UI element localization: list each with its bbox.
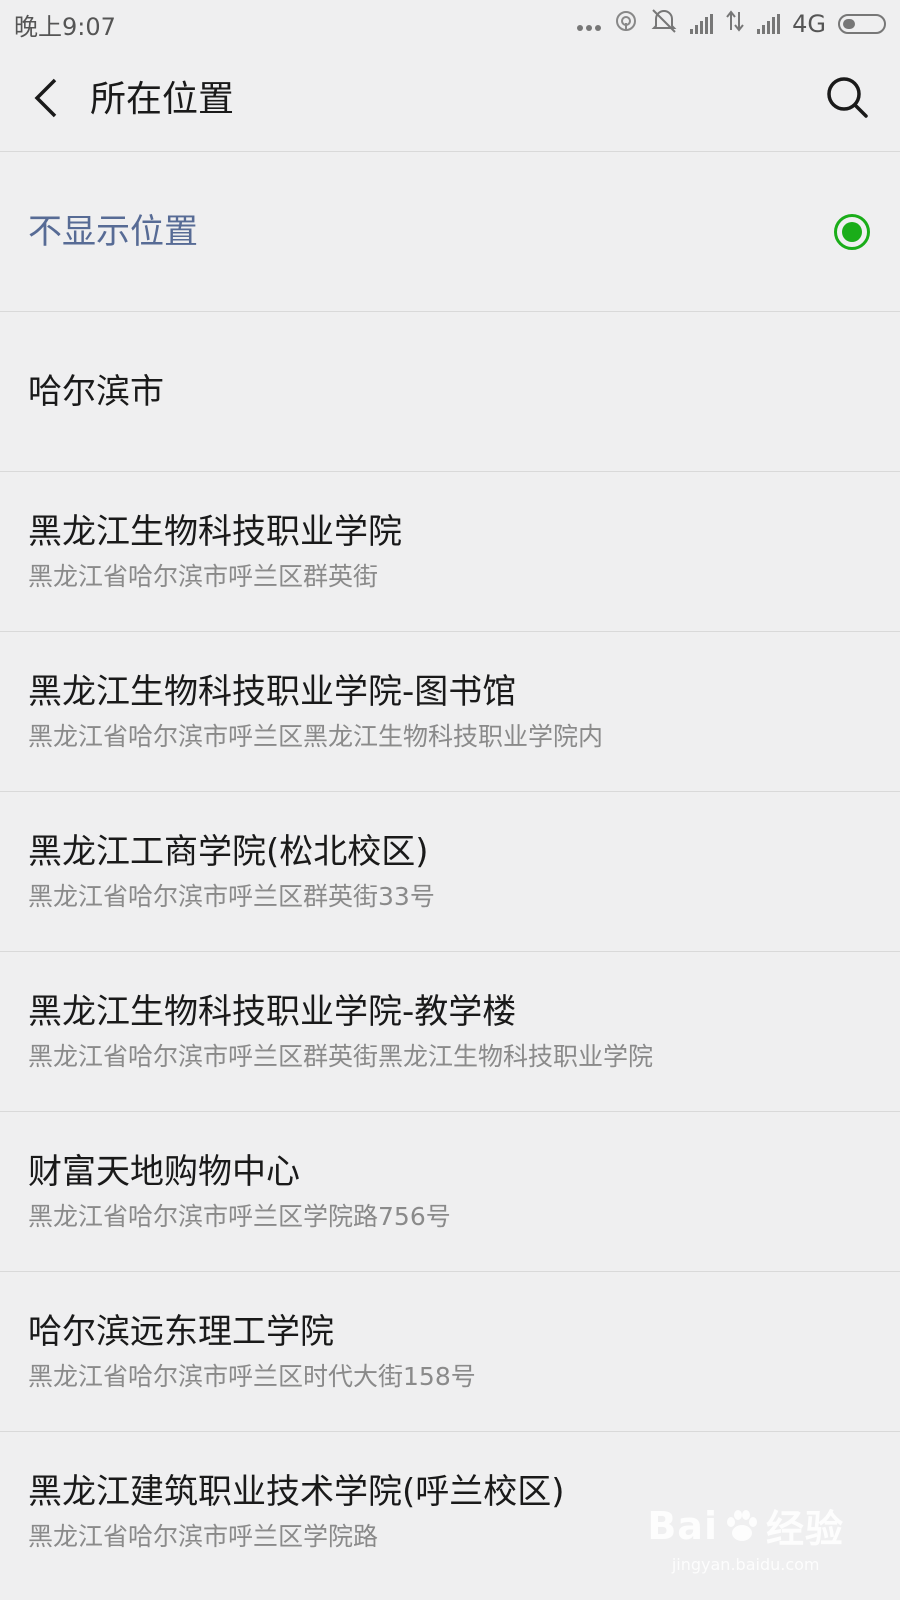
list-item[interactable]: 黑龙江生物科技职业学院 黑龙江省哈尔滨市呼兰区群英街 (0, 472, 900, 632)
top-bar: 所在位置 (0, 48, 900, 152)
dots-icon (576, 10, 602, 38)
location-address: 黑龙江省哈尔滨市呼兰区时代大街158号 (28, 1361, 476, 1391)
location-name: 财富天地购物中心 (28, 1151, 300, 1192)
location-name: 黑龙江生物科技职业学院-教学楼 (28, 991, 517, 1032)
list-item[interactable]: 黑龙江生物科技职业学院-图书馆 黑龙江省哈尔滨市呼兰区黑龙江生物科技职业学院内 (0, 632, 900, 792)
network-type: 4G (792, 10, 826, 38)
location-address: 黑龙江省哈尔滨市呼兰区群英街33号 (28, 881, 435, 911)
location-name: 黑龙江生物科技职业学院 (28, 511, 402, 552)
status-time: 晚上9:07 (14, 12, 116, 41)
paw-icon (726, 1509, 757, 1541)
hotspot-icon (614, 9, 638, 39)
location-name: 哈尔滨市 (28, 371, 164, 412)
data-arrows-icon (725, 10, 745, 38)
list-item[interactable]: 哈尔滨市 (0, 312, 900, 472)
location-address: 黑龙江省哈尔滨市呼兰区黑龙江生物科技职业学院内 (28, 721, 604, 751)
search-button[interactable] (822, 74, 872, 124)
hide-location-label: 不显示位置 (28, 211, 198, 252)
signal-icon (690, 14, 714, 34)
location-name: 哈尔滨远东理工学院 (28, 1311, 334, 1352)
baidu-watermark: Bai 经验 jingyan.baidu.com (647, 1498, 844, 1575)
back-button[interactable] (22, 72, 70, 128)
status-bar: 晚上9:07 4G (0, 0, 900, 48)
battery-icon (838, 14, 886, 34)
location-address: 黑龙江省哈尔滨市呼兰区群英街黑龙江生物科技职业学院 (28, 1041, 654, 1071)
search-icon (826, 76, 868, 122)
chevron-left-icon (33, 78, 59, 122)
location-name: 黑龙江生物科技职业学院-图书馆 (28, 671, 517, 712)
watermark-url: jingyan.baidu.com (671, 1555, 820, 1574)
list-item[interactable]: 哈尔滨远东理工学院 黑龙江省哈尔滨市呼兰区时代大街158号 (0, 1272, 900, 1432)
selected-check-icon (834, 214, 870, 250)
list-item[interactable]: 黑龙江工商学院(松北校区) 黑龙江省哈尔滨市呼兰区群英街33号 (0, 792, 900, 952)
watermark-brand-right: 经验 (765, 1507, 844, 1551)
status-icons: 4G (576, 8, 886, 40)
location-list: 不显示位置 哈尔滨市 黑龙江生物科技职业学院 黑龙江省哈尔滨市呼兰区群英街 黑龙… (0, 152, 900, 1592)
watermark-brand-left: Bai (647, 1503, 718, 1548)
location-address: 黑龙江省哈尔滨市呼兰区学院路756号 (28, 1201, 451, 1231)
mute-icon (650, 8, 678, 40)
list-item[interactable]: 财富天地购物中心 黑龙江省哈尔滨市呼兰区学院路756号 (0, 1112, 900, 1272)
hide-location-option[interactable]: 不显示位置 (0, 152, 900, 312)
list-item[interactable]: 黑龙江生物科技职业学院-教学楼 黑龙江省哈尔滨市呼兰区群英街黑龙江生物科技职业学… (0, 952, 900, 1112)
location-address: 黑龙江省哈尔滨市呼兰区群英街 (28, 561, 379, 591)
page-title: 所在位置 (90, 79, 235, 120)
location-name: 黑龙江工商学院(松北校区) (28, 831, 429, 872)
signal-icon (757, 14, 781, 34)
